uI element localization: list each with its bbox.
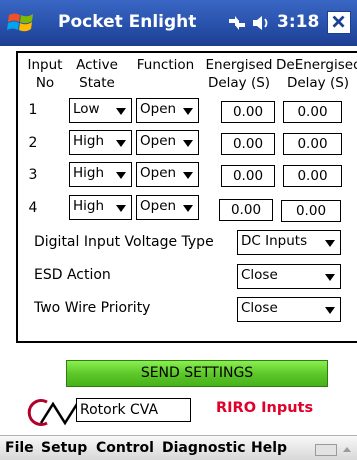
device-name-field[interactable]: Rotork CVA	[76, 398, 191, 422]
header-input-no: Input No	[27, 57, 63, 91]
deenergised-delay-input-4[interactable]: 0.00	[281, 200, 341, 222]
menu-diagnostic[interactable]: Diagnostic	[162, 440, 246, 456]
menu-file[interactable]: File	[5, 440, 34, 456]
energised-delay-input-1[interactable]: 0.00	[221, 101, 275, 123]
deenergised-delay-input-2[interactable]: 0.00	[283, 133, 342, 155]
close-icon	[332, 15, 345, 28]
voltage-type-label: Digital Input Voltage Type	[34, 234, 214, 250]
dropdown-arrow-icon	[183, 108, 193, 115]
page-title: RIRO Inputs	[216, 400, 314, 416]
dropdown-arrow-icon	[116, 140, 126, 147]
input-number: 1	[28, 102, 38, 118]
dropdown-arrow-icon	[183, 172, 193, 179]
volume-icon[interactable]	[251, 13, 271, 33]
deenergised-delay-input-3[interactable]: 0.00	[283, 165, 342, 187]
menu-setup[interactable]: Setup	[41, 440, 87, 456]
active-state-select-3[interactable]: High	[69, 162, 132, 187]
active-state-select-4[interactable]: High	[69, 195, 132, 220]
active-state-select-2[interactable]: High	[69, 130, 132, 155]
send-settings-button[interactable]: SEND SETTINGS	[66, 360, 328, 387]
keyboard-icon[interactable]	[315, 444, 337, 456]
menu-bar: File Setup Control Diagnostic Help	[0, 435, 357, 460]
dropdown-arrow-icon	[183, 140, 193, 147]
dropdown-arrow-icon	[116, 172, 126, 179]
rotork-logo-icon	[27, 399, 79, 426]
input-number: 4	[28, 200, 38, 216]
esd-action-label: ESD Action	[34, 267, 111, 283]
header-function: Function	[136, 57, 195, 73]
active-state-select-1[interactable]: Low	[69, 98, 132, 123]
function-select-4[interactable]: Open	[136, 195, 199, 220]
dropdown-arrow-icon	[183, 205, 193, 212]
function-select-3[interactable]: Open	[136, 162, 199, 187]
menu-control[interactable]: Control	[96, 440, 154, 456]
esd-action-select[interactable]: Close	[237, 264, 341, 289]
two-wire-priority-select[interactable]: Close	[237, 297, 341, 322]
keyboard-toggle-arrow-icon[interactable]	[343, 447, 351, 452]
title-bar: Pocket Enlight 3:18	[0, 0, 357, 46]
header-active-state: Active State	[76, 57, 118, 91]
close-button[interactable]	[327, 11, 351, 34]
app-title: Pocket Enlight	[58, 12, 197, 32]
dropdown-arrow-icon	[325, 307, 335, 314]
function-select-1[interactable]: Open	[136, 98, 199, 123]
input-number: 3	[28, 167, 38, 183]
header-energised-delay: Energised Delay (S)	[205, 57, 273, 91]
windows-start-icon[interactable]	[6, 9, 38, 37]
energised-delay-input-4[interactable]: 0.00	[219, 199, 273, 221]
dropdown-arrow-icon	[116, 205, 126, 212]
energised-delay-input-3[interactable]: 0.00	[221, 165, 275, 187]
menu-help[interactable]: Help	[251, 440, 287, 456]
input-number: 2	[28, 135, 38, 151]
dropdown-arrow-icon	[116, 108, 126, 115]
deenergised-delay-input-1[interactable]: 0.00	[283, 101, 342, 123]
function-select-2[interactable]: Open	[136, 130, 199, 155]
connectivity-icon[interactable]	[227, 13, 247, 33]
voltage-type-select[interactable]: DC Inputs	[237, 230, 341, 255]
two-wire-priority-label: Two Wire Priority	[34, 300, 151, 316]
energised-delay-input-2[interactable]: 0.00	[221, 133, 275, 155]
dropdown-arrow-icon	[325, 274, 335, 281]
header-deenergised-delay: DeEnergised Delay (S)	[276, 57, 357, 91]
dropdown-arrow-icon	[325, 240, 335, 247]
clock-time[interactable]: 3:18	[277, 12, 319, 32]
